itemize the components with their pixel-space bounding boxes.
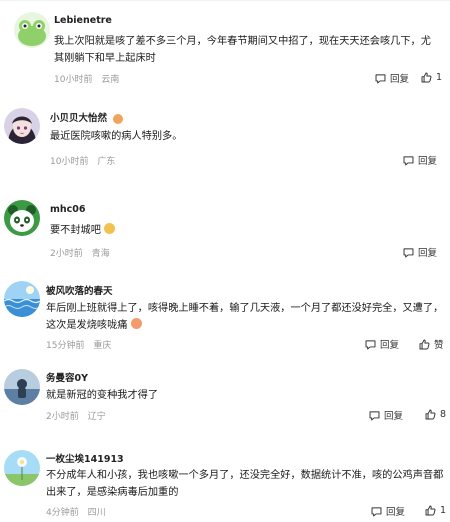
comment-text-body: 要不封城吧 xyxy=(50,225,101,236)
like-button[interactable]: 1 xyxy=(424,504,446,517)
username[interactable]: mhc06 xyxy=(50,204,86,215)
comment-text: 要不封城吧 xyxy=(50,222,440,239)
comment-location: 辽宁 xyxy=(87,412,106,422)
username[interactable]: 小贝贝大怡然 xyxy=(50,110,124,124)
comment-text: 年后刚上班就得上了，咳得晚上睡不着，输了几天液，一个月了都还没好完全，又遭了，这… xyxy=(46,300,446,334)
like-label: 赞 xyxy=(434,340,444,351)
reply-label: 回复 xyxy=(390,74,410,85)
avatar[interactable] xyxy=(4,200,40,236)
username[interactable]: 被风吹落的春天 xyxy=(46,283,113,297)
comment-bubble-icon xyxy=(403,247,414,257)
comment-bubble-icon xyxy=(375,73,386,83)
comment-time: 2小时前 xyxy=(46,412,79,422)
reply-button[interactable]: 回复 xyxy=(374,71,409,85)
comment-text: 不分成年人和小孩，我也咳嗽一个多月了，还没完全好，数据统计不准，咳的公鸡声音都出… xyxy=(46,470,444,498)
avatar-dandelion-icon xyxy=(4,450,40,486)
emoji-icon xyxy=(103,223,115,234)
comment-meta: 2小时前 辽宁 xyxy=(46,409,106,422)
avatar-sea-icon xyxy=(4,281,40,317)
comment-location: 四川 xyxy=(87,508,106,518)
reply-label: 回复 xyxy=(386,507,406,518)
reply-button[interactable]: 回复 xyxy=(370,504,405,518)
avatar-frog-icon xyxy=(14,12,50,48)
comment-text: 最近医院咳嗽的病人特别多。 xyxy=(50,131,183,142)
thumbs-up-icon xyxy=(419,339,430,349)
thumbs-up-icon xyxy=(421,72,432,83)
avatar[interactable] xyxy=(4,369,40,405)
avatar[interactable] xyxy=(14,12,50,48)
comment-location: 广东 xyxy=(97,157,116,167)
emoji-icon xyxy=(130,318,142,329)
comment-meta: 4分钟前 四川 xyxy=(46,505,106,518)
thumbs-up-icon xyxy=(425,409,436,420)
reply-label: 回复 xyxy=(418,248,438,259)
comment-time: 10小时前 xyxy=(54,75,93,85)
like-count: 1 xyxy=(436,72,443,83)
reply-button[interactable]: 回复 xyxy=(368,408,403,422)
comment-bubble-icon xyxy=(369,410,380,420)
comment-location: 云南 xyxy=(101,75,120,85)
comment-time: 2小时前 xyxy=(50,249,83,259)
reply-button[interactable]: 回复 xyxy=(402,245,437,259)
username[interactable]: Lebienetre xyxy=(54,15,112,26)
reply-button[interactable]: 回复 xyxy=(364,337,399,351)
comment-text: 就是新冠的变种我才得了 xyxy=(46,390,159,401)
like-button[interactable]: 8 xyxy=(424,408,446,421)
avatar[interactable] xyxy=(4,108,40,144)
comment-bubble-icon xyxy=(371,506,382,516)
avatar-panda-icon xyxy=(4,200,40,236)
comment-meta: 10小时前 云南 xyxy=(54,72,119,85)
reply-button[interactable]: 回复 xyxy=(402,153,437,167)
comment-meta: 15分钟前 重庆 xyxy=(46,338,111,351)
avatar-landscape-icon xyxy=(4,369,40,405)
avatar-anime-girl-icon xyxy=(4,108,40,144)
thumbs-up-icon xyxy=(425,505,436,516)
top-divider xyxy=(0,0,450,1)
like-count: 1 xyxy=(440,505,447,516)
comment-location: 青海 xyxy=(91,249,110,259)
comment-time: 10小时前 xyxy=(50,157,89,167)
like-button[interactable]: 赞 xyxy=(418,337,444,351)
like-count: 8 xyxy=(440,409,447,420)
reply-label: 回复 xyxy=(380,340,400,351)
reply-label: 回复 xyxy=(418,156,438,167)
comment-time: 15分钟前 xyxy=(46,341,85,351)
comment-meta: 10小时前 广东 xyxy=(50,154,115,167)
avatar[interactable] xyxy=(4,281,40,317)
username[interactable]: 务曼容0Y xyxy=(46,370,88,384)
avatar[interactable] xyxy=(4,450,40,486)
comment-time: 4分钟前 xyxy=(46,508,79,518)
comment-text-body: 年后刚上班就得上了，咳得晚上睡不着，输了几天液，一个月了都还没好完全，又遭了，这… xyxy=(46,303,444,331)
comment-bubble-icon xyxy=(365,339,376,349)
like-button[interactable]: 1 xyxy=(420,71,442,84)
comment-text: 我上次阳就是咳了差不多三个月，今年春节期间又中招了，现在天天还会咳几下，尤其刚躺… xyxy=(54,36,431,64)
username[interactable]: 一枚尘埃141913 xyxy=(46,451,124,465)
username-text: 小贝贝大怡然 xyxy=(50,113,108,124)
comment-location: 重庆 xyxy=(93,341,112,351)
badge-icon xyxy=(113,113,124,124)
comment-meta: 2小时前 青海 xyxy=(50,246,110,259)
comment-bubble-icon xyxy=(403,155,414,165)
reply-label: 回复 xyxy=(384,411,404,422)
